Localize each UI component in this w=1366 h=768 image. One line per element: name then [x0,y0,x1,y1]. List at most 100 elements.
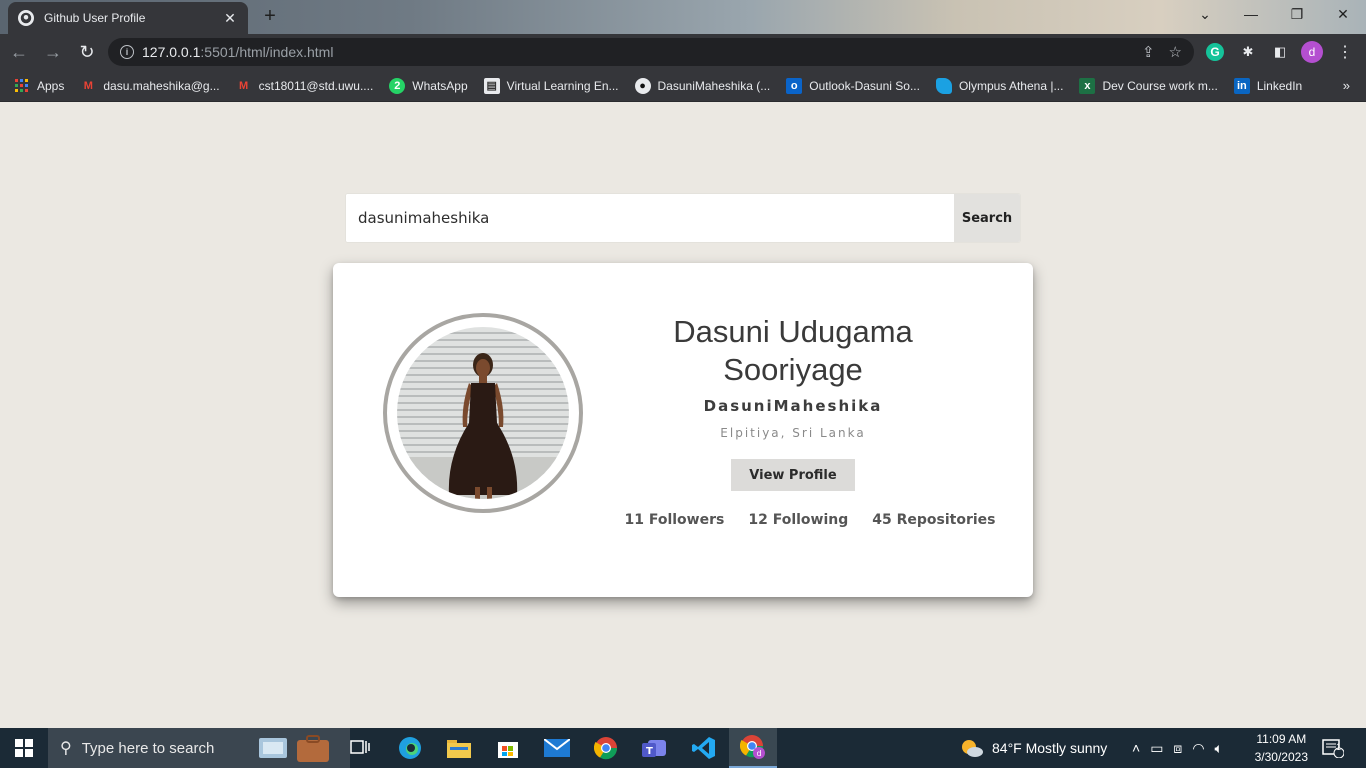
close-tab-icon[interactable]: ✕ [222,10,238,27]
share-icon[interactable]: ⇪ [1142,43,1155,61]
profile-location: Elpitiya, Sri Lanka [720,426,866,440]
apps-grid-icon [14,78,30,94]
view-profile-button[interactable]: View Profile [731,459,855,491]
bookmark-vle[interactable]: ▤ Virtual Learning En... [483,77,619,94]
restore-icon[interactable]: ❐ [1282,6,1312,23]
browser-tab-strip: Github User Profile ✕ + ⌄ — ❐ ✕ [0,0,1366,34]
outlook-icon: o [786,77,803,94]
bookmark-label: LinkedIn [1256,78,1303,93]
svg-text:d: d [757,749,762,758]
minimize-icon[interactable]: — [1236,6,1266,22]
partly-sunny-icon [962,740,983,757]
chrome-profile-icon[interactable]: d [729,728,777,768]
profile-card: Dasuni Udugama Sooriyage DasuniMaheshika… [333,263,1033,597]
bookmark-label: Outlook-Dasuni So... [809,78,920,93]
windows-start-icon[interactable] [0,728,48,768]
gmail-icon: M [239,79,249,92]
linkedin-icon: in [1233,77,1250,94]
bookmark-linkedin[interactable]: in LinkedIn [1233,77,1303,94]
whatsapp-icon: 2 [389,77,406,94]
bookmark-label: Olympus Athena |... [958,78,1064,93]
bookmark-olympus[interactable]: Olympus Athena |... [935,77,1064,94]
search-form: Search [345,193,1021,243]
profile-stats: 11 Followers 12 Following 45 Repositorie… [624,512,995,528]
new-tab-button[interactable]: + [258,6,282,28]
weather-text: 84°F Mostly sunny [992,740,1108,756]
chrome-icon[interactable] [582,728,630,768]
gmail-icon: M [83,79,93,92]
profile-avatar[interactable]: d [1301,41,1323,63]
bookmark-gmail-2[interactable]: M cst18011@std.uwu.... [236,78,374,94]
profile-name: Dasuni Udugama Sooriyage [673,314,913,387]
file-explorer-icon[interactable] [435,728,483,768]
repositories-count: 45 Repositories [872,512,996,528]
battery-icon[interactable]: ▭ [1150,740,1163,757]
task-view-icon[interactable] [336,728,384,768]
url-host: 127.0.0.1 [142,44,201,60]
bookmark-star-icon[interactable]: ☆ [1169,43,1182,61]
search-input[interactable] [346,194,954,242]
followers-count: 11 Followers [624,512,725,528]
browser-menu-icon[interactable]: ⋮ [1334,41,1356,63]
clock-time: 11:09 AM [1256,732,1307,746]
excel-icon: x [1079,77,1096,94]
bookmarks-bar: Apps M dasu.maheshika@g... M cst18011@st… [0,70,1366,102]
bookmark-outlook[interactable]: o Outlook-Dasuni So... [786,77,920,94]
olympus-icon [935,77,952,94]
bookmark-gmail-1[interactable]: M dasu.maheshika@g... [80,78,220,94]
edge-icon[interactable] [386,728,434,768]
notification-count: 1 [1336,742,1342,752]
site-info-icon[interactable]: i [120,45,134,59]
moodle-icon: ▤ [483,77,500,94]
avatar-ring [383,313,583,513]
clock[interactable]: 11:09 AM 3/30/2023 [1255,730,1308,766]
github-icon [18,10,34,26]
browser-tab[interactable]: Github User Profile ✕ [8,2,248,34]
svg-text:T: T [646,746,653,757]
extensions-puzzle-icon[interactable]: ✱ [1237,41,1259,63]
search-highlight-image[interactable] [255,732,335,764]
profile-username: DasuniMaheshika [703,397,883,415]
notifications-icon[interactable]: 1 [1322,728,1344,768]
tab-search-icon[interactable]: ⌄ [1190,6,1220,23]
clock-date: 3/30/2023 [1254,750,1308,764]
show-hidden-icons-icon[interactable]: ˄ [1132,740,1140,756]
bookmark-whatsapp[interactable]: 2 WhatsApp [389,77,468,94]
bookmark-label: dasu.maheshika@g... [103,78,220,93]
tab-title: Github User Profile [44,11,146,25]
address-bar[interactable]: i 127.0.0.1:5501/html/index.html ⇪ ☆ [108,38,1194,66]
vscode-icon[interactable] [680,728,728,768]
mail-icon[interactable] [533,728,581,768]
bookmark-label: cst18011@std.uwu.... [258,78,374,93]
search-button[interactable]: Search [954,194,1020,242]
windows-taskbar: ⚲ Type here to search T d 84°F Mostly su… [0,728,1366,768]
teams-icon[interactable]: T [631,728,679,768]
github-icon: ● [634,77,651,94]
bookmark-label: WhatsApp [412,78,468,93]
weather-widget[interactable]: 84°F Mostly sunny [960,728,1107,768]
grammarly-extension-icon[interactable]: G [1206,43,1224,61]
bookmark-label: Apps [37,78,65,93]
microsoft-store-icon[interactable] [484,728,532,768]
taskbar-search-placeholder: Type here to search [81,739,215,757]
reload-icon[interactable]: ↻ [72,37,102,67]
bookmark-label: Dev Course work m... [1102,78,1218,93]
browser-toolbar: ← → ↻ i 127.0.0.1:5501/html/index.html ⇪… [0,34,1366,70]
close-window-icon[interactable]: ✕ [1328,6,1358,23]
bookmark-excel[interactable]: x Dev Course work m... [1079,77,1218,94]
forward-icon[interactable]: → [38,37,68,67]
bookmark-label: DasuniMaheshika (... [657,78,771,93]
side-panel-icon[interactable]: ◧ [1269,41,1291,63]
bookmark-apps[interactable]: Apps [14,78,64,94]
bookmark-github[interactable]: ● DasuniMaheshika (... [634,77,771,94]
meet-now-icon[interactable]: ⧈ [1173,740,1182,757]
following-count: 12 Following [748,512,849,528]
more-bookmarks-icon[interactable]: » [1343,78,1350,93]
search-icon: ⚲ [60,740,72,757]
url-path: :5501/html/index.html [200,44,334,60]
bookmark-label: Virtual Learning En... [506,78,619,93]
volume-icon[interactable]: 🔈︎ [1215,740,1223,757]
avatar-photo [397,353,569,499]
wifi-icon[interactable]: ◠ [1192,740,1204,757]
back-icon[interactable]: ← [4,37,34,67]
